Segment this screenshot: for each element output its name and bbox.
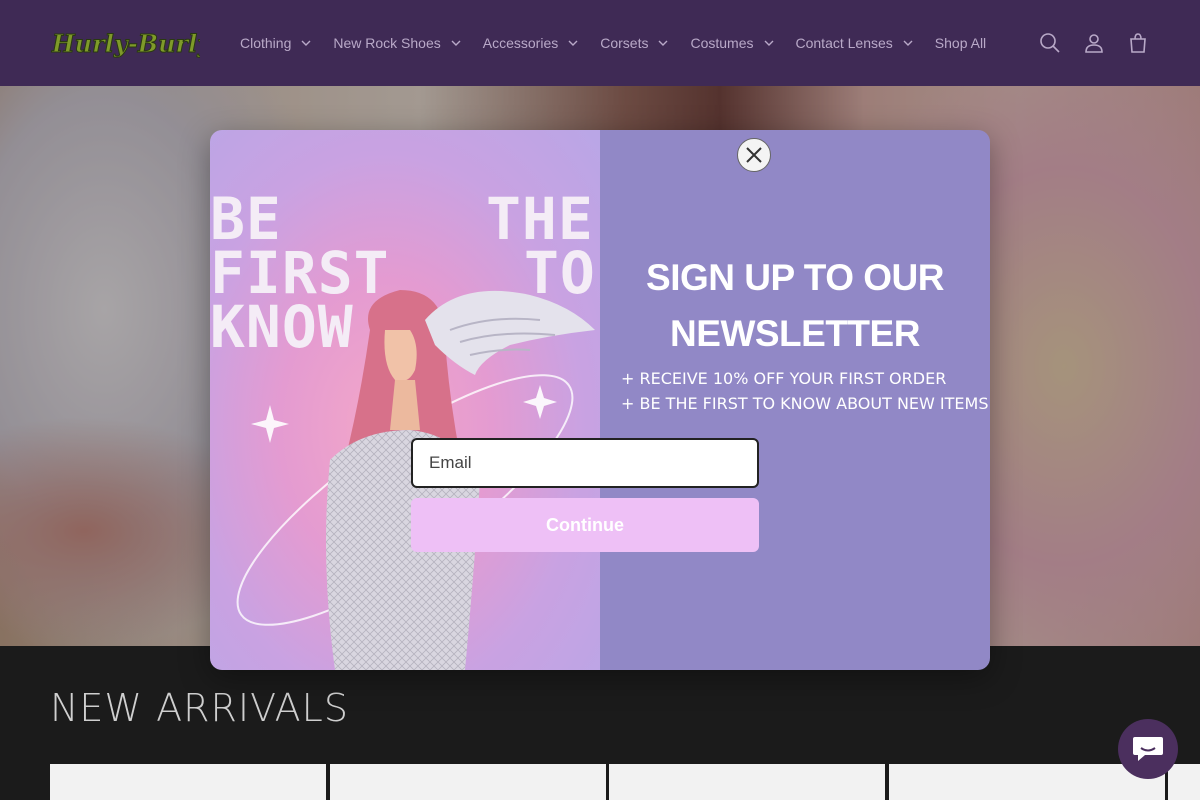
nav-item-clothing[interactable]: Clothing [240,35,311,51]
site-header: Hurly-Burly Clothing New Rock Shoes Acce… [0,0,1200,86]
chevron-down-icon [568,40,578,46]
product-card[interactable] [609,764,885,800]
chat-icon [1133,737,1163,761]
continue-button[interactable]: Continue [411,498,759,552]
popup-title-line: SIGN UP TO OUR [646,257,944,298]
chevron-down-icon [658,40,668,46]
popup-title-line: NEWSLETTER [670,313,920,354]
perk-discount: + RECEIVE 10% OFF YOUR FIRST ORDER [621,369,947,388]
main-nav: Clothing New Rock Shoes Accessories Cors… [240,0,1008,86]
popup-image: BE THE FIRST TO KNOW [210,130,600,670]
nav-label: Costumes [690,35,754,51]
nav-item-accessories[interactable]: Accessories [483,35,578,51]
newsletter-popup: BE THE FIRST TO KNOW SIGN UP TO OUR NEWS… [210,130,990,670]
chevron-down-icon [764,40,773,46]
nav-item-costumes[interactable]: Costumes [690,35,773,51]
product-card[interactable] [889,764,1165,800]
chevron-down-icon [903,40,913,46]
popup-title: SIGN UP TO OUR NEWSLETTER [620,250,970,362]
section-title: NEW ARRIVALS [50,686,349,730]
chat-button[interactable] [1118,719,1178,779]
nav-label: New Rock Shoes [333,35,441,51]
nav-item-contact-lenses[interactable]: Contact Lenses [796,35,913,51]
svg-text:Hurly-Burly: Hurly-Burly [51,29,200,58]
search-icon[interactable] [1028,22,1072,64]
account-icon[interactable] [1072,22,1116,64]
nav-item-corsets[interactable]: Corsets [600,35,668,51]
nav-label: Accessories [482,35,559,51]
nav-label: Contact Lenses [795,35,893,51]
cart-icon[interactable] [1116,22,1160,64]
email-field[interactable] [411,438,759,488]
header-actions [1028,22,1160,64]
product-card[interactable] [330,764,606,800]
product-card[interactable] [50,764,326,800]
nav-label: Shop All [934,35,987,51]
nav-label: Corsets [600,35,649,51]
perk-new-items: + BE THE FIRST TO KNOW ABOUT NEW ITEMS [621,394,989,413]
product-card[interactable] [1168,764,1200,800]
nav-item-shop-all[interactable]: Shop All [935,35,986,51]
site-logo[interactable]: Hurly-Burly [50,24,214,62]
chevron-down-icon [301,40,311,46]
nav-item-new-rock-shoes[interactable]: New Rock Shoes [333,35,461,51]
chevron-down-icon [451,40,461,46]
close-icon [746,147,762,163]
nav-label: Clothing [240,35,292,51]
popup-form-panel: SIGN UP TO OUR NEWSLETTER + RECEIVE 10% … [600,130,990,670]
close-popup-button[interactable] [737,138,771,172]
model-illustration [236,290,595,670]
